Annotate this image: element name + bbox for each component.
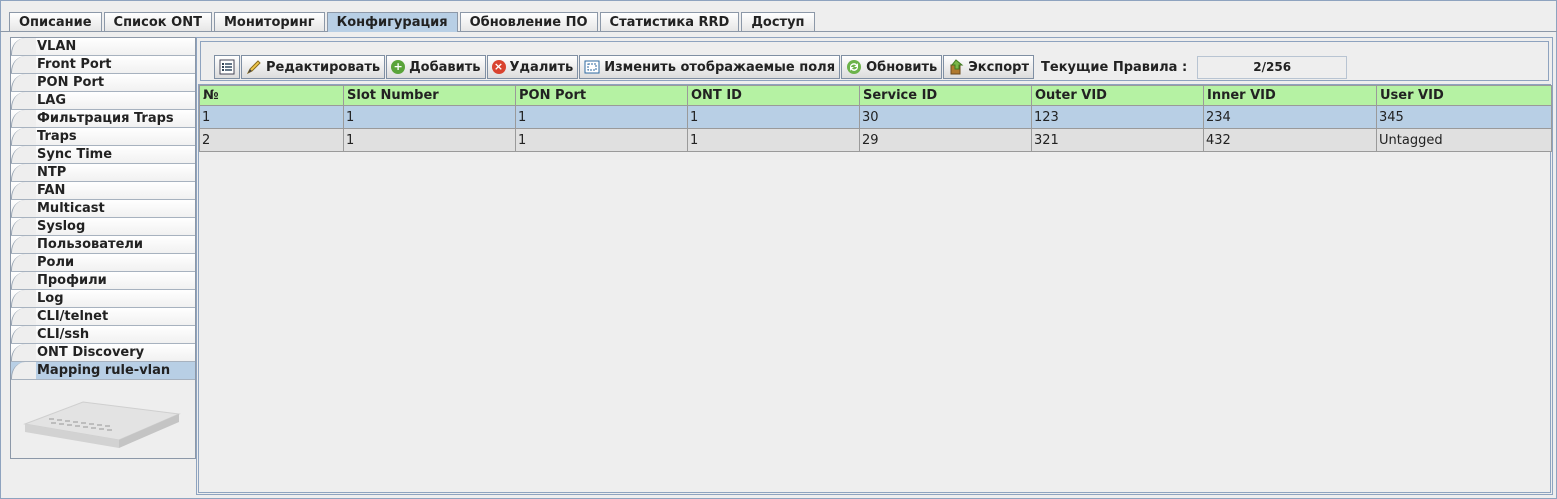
table-cell[interactable]: 234 <box>1203 105 1377 129</box>
tab-rrd-statistics[interactable]: Статистика RRD <box>599 12 740 31</box>
toolbar-panel: Редактировать + Добавить × Удалить Измен… <box>200 41 1549 81</box>
export-icon <box>948 59 964 75</box>
refresh-button[interactable]: Обновить <box>841 55 943 79</box>
table-cell[interactable]: 1 <box>687 105 860 129</box>
sidebar-item-cli-ssh[interactable]: CLI/ssh <box>11 326 195 344</box>
sidebar-item-syslog[interactable]: Syslog <box>11 218 195 236</box>
current-rules-value: 2/256 <box>1197 55 1348 79</box>
add-button-label: Добавить <box>409 59 481 75</box>
table-row[interactable]: 2 1 1 1 29 321 432 Untagged <box>199 128 1552 152</box>
change-fields-button-label: Изменить отображаемые поля <box>604 59 836 75</box>
sidebar-item-trap-filter[interactable]: Фильтрация Traps <box>11 110 195 128</box>
table-cell[interactable]: 1 <box>687 128 860 152</box>
sidebar-item-multicast[interactable]: Multicast <box>11 200 195 218</box>
delete-button-label: Удалить <box>509 59 574 75</box>
sidebar-item-ntp[interactable]: NTP <box>11 164 195 182</box>
table-cell[interactable]: 123 <box>1031 105 1204 129</box>
plus-icon: + <box>391 60 406 74</box>
sidebar-item-ont-discovery[interactable]: ONT Discovery <box>11 344 195 362</box>
main-panel: Редактировать + Добавить × Удалить Измен… <box>196 37 1553 495</box>
sidebar-item-sync-time[interactable]: Sync Time <box>11 146 195 164</box>
table-cell[interactable]: 345 <box>1376 105 1552 129</box>
columns-icon <box>584 59 600 75</box>
sidebar-item-cli-telnet[interactable]: CLI/telnet <box>11 308 195 326</box>
sidebar-item-pon-port[interactable]: PON Port <box>11 74 195 92</box>
sidebar-item-users[interactable]: Пользователи <box>11 236 195 254</box>
column-header-user-vid[interactable]: User VID <box>1376 85 1552 106</box>
list-view-button[interactable] <box>214 55 240 79</box>
tab-description[interactable]: Описание <box>9 12 102 31</box>
tab-ont-list[interactable]: Список ONT <box>103 12 212 31</box>
table-cell[interactable]: 1 <box>343 128 516 152</box>
column-header-pon-port[interactable]: PON Port <box>515 85 688 106</box>
edit-button-label: Редактировать <box>266 59 381 75</box>
sidebar-item-lag[interactable]: LAG <box>11 92 195 110</box>
table-cell[interactable]: 1 <box>515 128 688 152</box>
column-header-inner-vid[interactable]: Inner VID <box>1203 85 1377 106</box>
column-header-ont-id[interactable]: ONT ID <box>687 85 860 106</box>
rules-table: № Slot Number PON Port ONT ID Service ID… <box>199 85 1552 152</box>
column-header-slot-number[interactable]: Slot Number <box>343 85 516 106</box>
delete-icon: × <box>491 60 506 74</box>
table-cell[interactable]: 1 <box>515 105 688 129</box>
add-button[interactable]: + Добавить <box>386 55 486 79</box>
list-icon <box>219 59 235 75</box>
column-header-outer-vid[interactable]: Outer VID <box>1031 85 1204 106</box>
current-rules-label: Текущие Правила : <box>1041 59 1188 75</box>
column-header-number[interactable]: № <box>199 85 344 106</box>
table-row[interactable]: 1 1 1 1 30 123 234 345 <box>199 105 1552 129</box>
refresh-button-label: Обновить <box>866 59 938 75</box>
table-cell[interactable]: 2 <box>199 128 344 152</box>
edit-button[interactable]: Редактировать <box>241 55 386 79</box>
sidebar-item-log[interactable]: Log <box>11 290 195 308</box>
rules-table-container: № Slot Number PON Port ONT ID Service ID… <box>198 84 1552 493</box>
sidebar-item-roles[interactable]: Роли <box>11 254 195 272</box>
table-cell[interactable]: Untagged <box>1376 128 1552 152</box>
table-cell[interactable]: 432 <box>1203 128 1377 152</box>
sidebar-item-profiles[interactable]: Профили <box>11 272 195 290</box>
pencil-icon <box>246 59 262 75</box>
tab-configuration[interactable]: Конфигурация <box>326 12 458 32</box>
tab-firmware-update[interactable]: Обновление ПО <box>459 12 598 31</box>
table-cell[interactable]: 1 <box>343 105 516 129</box>
sidebar-item-vlan[interactable]: VLAN <box>11 38 195 56</box>
sidebar-item-traps[interactable]: Traps <box>11 128 195 146</box>
table-cell[interactable]: 30 <box>859 105 1032 129</box>
table-cell[interactable]: 29 <box>859 128 1032 152</box>
export-button[interactable]: Экспорт <box>943 55 1035 79</box>
delete-button[interactable]: × Удалить <box>486 55 579 79</box>
table-cell[interactable]: 321 <box>1031 128 1204 152</box>
column-header-service-id[interactable]: Service ID <box>859 85 1032 106</box>
olt-device-image <box>23 401 181 448</box>
tab-access[interactable]: Доступ <box>741 12 815 31</box>
export-button-label: Экспорт <box>968 59 1030 75</box>
sidebar-item-fan[interactable]: FAN <box>11 182 195 200</box>
top-tab-bar: Описание Список ONT Мониторинг Конфигура… <box>9 12 817 32</box>
change-fields-button[interactable]: Изменить отображаемые поля <box>579 55 841 79</box>
table-cell[interactable]: 1 <box>199 105 344 129</box>
sidebar-item-front-port[interactable]: Front Port <box>11 56 195 74</box>
tab-monitoring[interactable]: Мониторинг <box>213 12 325 31</box>
sidebar-item-mapping-rule-vlan[interactable]: Mapping rule-vlan <box>11 362 195 380</box>
table-header-row: № Slot Number PON Port ONT ID Service ID… <box>199 85 1552 106</box>
toolbar: Редактировать + Добавить × Удалить Измен… <box>214 55 1348 79</box>
refresh-icon <box>846 59 862 75</box>
sidebar: VLAN Front Port PON Port LAG Фильтрация … <box>10 37 196 459</box>
